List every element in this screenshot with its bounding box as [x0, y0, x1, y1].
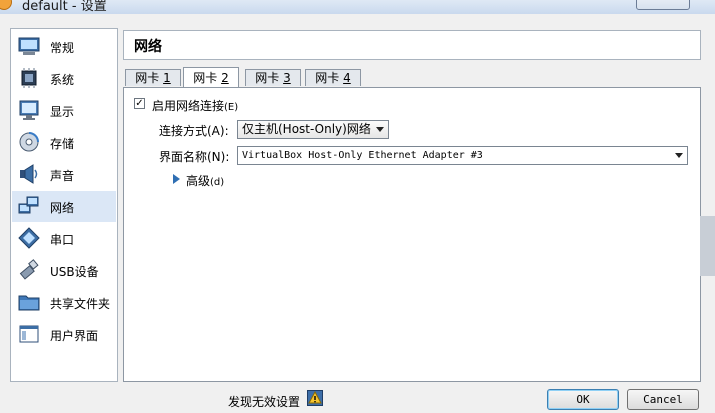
sidebar-item-label: 用户界面: [50, 329, 99, 343]
tab-label: 网卡: [135, 71, 160, 85]
warning-icon[interactable]: [307, 390, 323, 406]
tab-number: 1: [163, 71, 171, 85]
storage-disk-icon: [19, 132, 39, 152]
sidebar-item-label: 声音: [50, 169, 75, 183]
interface-name-value: VirtualBox Host-Only Ethernet Adapter #3: [242, 150, 483, 161]
settings-sidebar: 常规 系统 显示 存储 声音 网络 串口 USB设备 共享文件夹 用户界面: [10, 28, 118, 382]
sidebar-item-label: 网络: [50, 201, 75, 215]
sidebar-item-user-interface[interactable]: 用户界面: [12, 319, 116, 350]
tab-number: 3: [283, 71, 291, 85]
interface-name-select[interactable]: VirtualBox Host-Only Ethernet Adapter #3: [237, 146, 688, 165]
cancel-button[interactable]: Cancel: [627, 389, 699, 410]
enable-adapter-label: 启用网络连接(E): [152, 97, 238, 114]
sidebar-item-usb[interactable]: USB设备: [12, 255, 116, 286]
sidebar-item-label: 串口: [50, 233, 75, 247]
sidebar-item-label: 系统: [50, 73, 75, 87]
chevron-down-icon: [376, 127, 384, 132]
attached-to-label: 连接方式(A):: [159, 124, 229, 138]
sidebar-item-shared-folders[interactable]: 共享文件夹: [12, 287, 116, 318]
sidebar-item-label: 存储: [50, 137, 75, 151]
advanced-shortcut: (d): [210, 177, 225, 188]
usb-icon: [19, 259, 39, 280]
tab-adapter-4[interactable]: 网卡 4: [305, 69, 361, 86]
enable-adapter-checkbox[interactable]: ✓: [134, 98, 145, 109]
sidebar-item-label: 常规: [50, 41, 75, 55]
tab-adapter-3[interactable]: 网卡 3: [245, 69, 301, 86]
general-monitor-icon: [18, 37, 40, 55]
page-title: 网络: [134, 39, 162, 55]
tab-adapter-2[interactable]: 网卡 2: [183, 67, 239, 87]
display-monitor-icon: [19, 100, 39, 120]
advanced-label: 高级(d): [186, 172, 224, 189]
tab-adapter-1[interactable]: 网卡 1: [125, 69, 181, 86]
system-chip-icon: [21, 68, 37, 88]
tab-label: 网卡: [315, 71, 340, 85]
speaker-icon: [20, 164, 38, 184]
title-bar: default - 设置: [0, 0, 715, 14]
sidebar-item-label: 显示: [50, 105, 75, 119]
shared-folder-icon: [18, 295, 40, 311]
tab-number: 4: [343, 71, 351, 85]
tab-label: 网卡: [255, 71, 280, 85]
virtualbox-app-icon: [0, 0, 12, 10]
ok-button[interactable]: OK: [547, 389, 619, 410]
sidebar-item-audio[interactable]: 声音: [12, 159, 116, 190]
advanced-text: 高级: [186, 174, 211, 188]
sidebar-item-display[interactable]: 显示: [12, 95, 116, 126]
enable-adapter-shortcut: (E): [224, 102, 239, 113]
chevron-down-icon: [675, 153, 683, 158]
sidebar-item-serial[interactable]: 串口: [12, 223, 116, 254]
sidebar-item-network[interactable]: 网络: [12, 191, 116, 222]
attached-to-select[interactable]: 仅主机(Host-Only)网络: [237, 120, 389, 139]
sidebar-item-label: 共享文件夹: [50, 297, 111, 311]
page-header: 网络: [123, 30, 701, 60]
user-interface-icon: [19, 325, 39, 343]
attached-to-value: 仅主机(Host-Only)网络: [242, 122, 371, 136]
tab-number: 2: [221, 71, 229, 85]
sidebar-item-label: USB设备: [50, 265, 99, 279]
sidebar-item-storage[interactable]: 存储: [12, 127, 116, 158]
tab-label: 网卡: [193, 71, 218, 85]
sidebar-item-system[interactable]: 系统: [12, 63, 116, 94]
expand-triangle-icon: [173, 174, 180, 184]
network-icon: [18, 196, 39, 214]
background-window-edge: [700, 216, 715, 276]
window-title: default - 设置: [22, 0, 107, 14]
sidebar-item-general[interactable]: 常规: [12, 31, 116, 62]
serial-port-icon: [18, 227, 40, 249]
window-control-buttons[interactable]: [636, 0, 690, 10]
enable-adapter-text: 启用网络连接: [152, 99, 225, 113]
interface-name-label: 界面名称(N):: [159, 150, 230, 164]
invalid-settings-text: 发现无效设置: [228, 395, 301, 409]
